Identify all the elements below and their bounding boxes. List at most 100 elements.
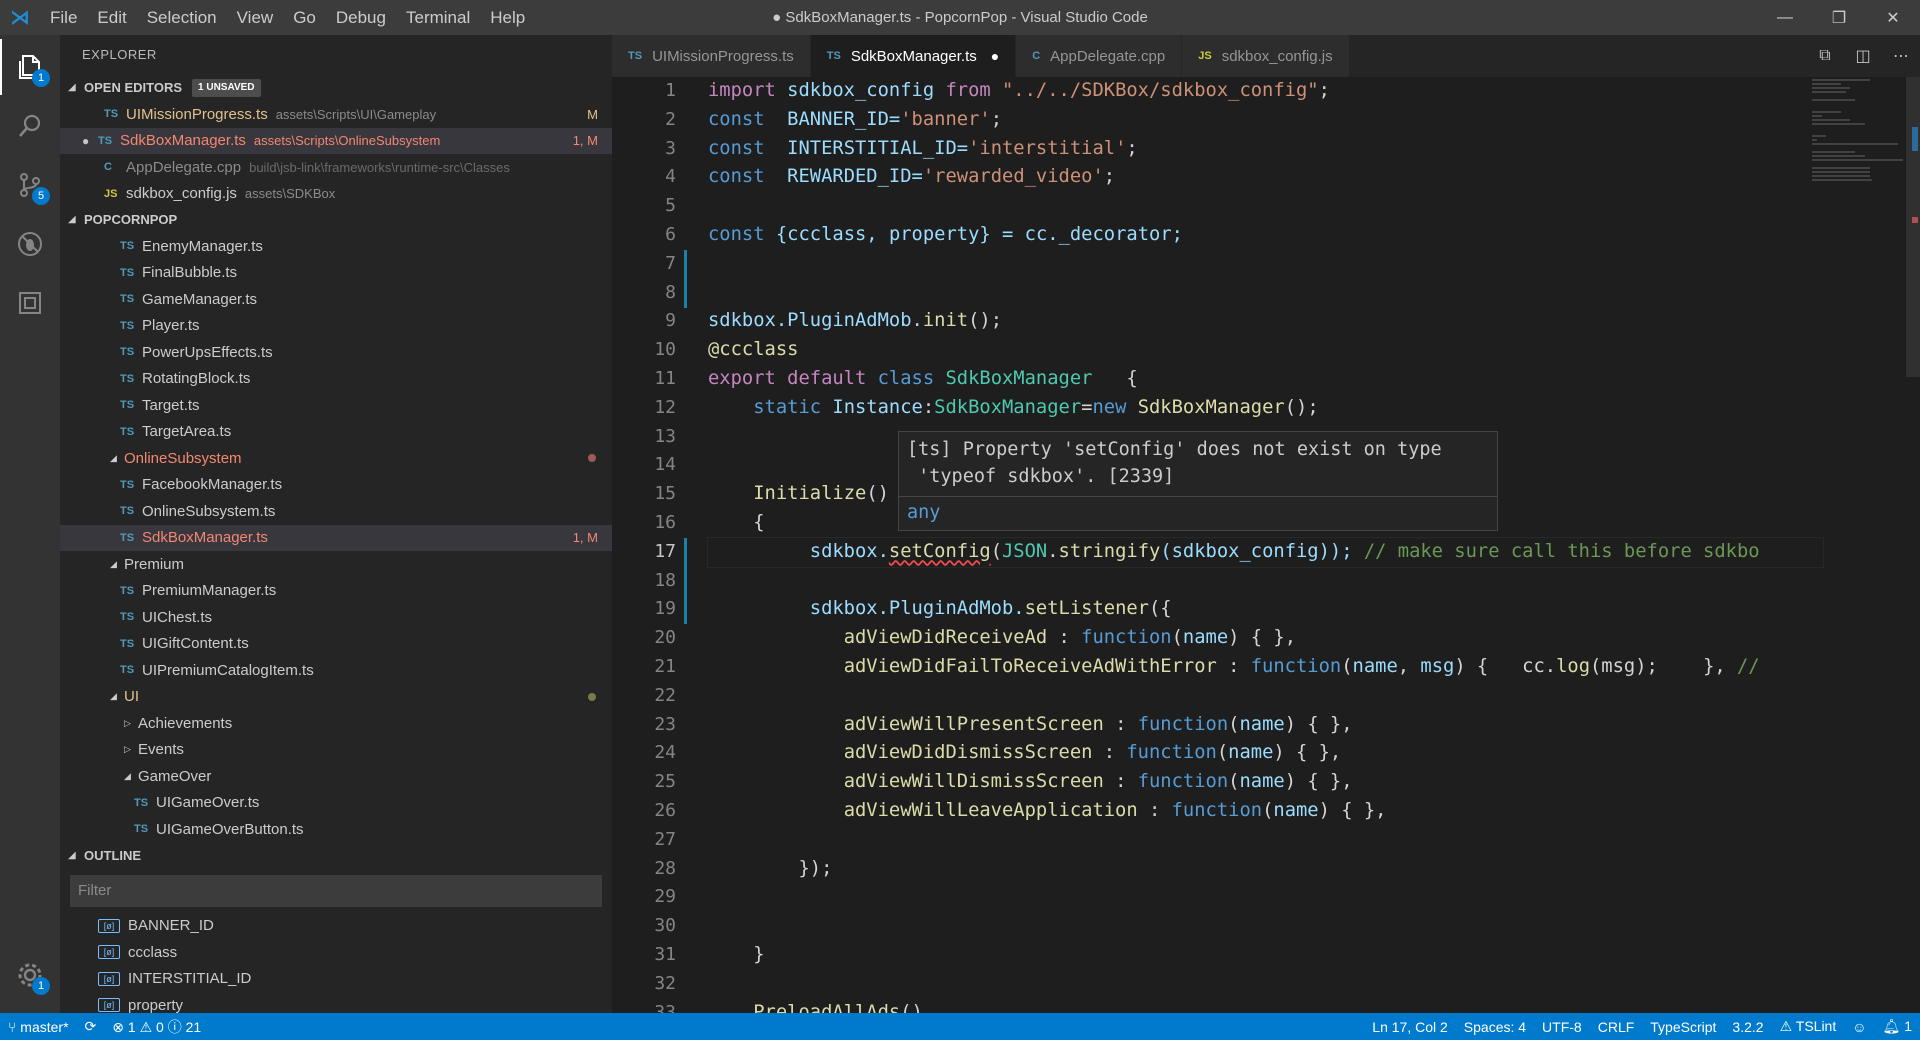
tree-folder[interactable]: ◢ OnlineSubsystem [60, 445, 612, 472]
open-editors-label: OPEN EDITORS [84, 80, 183, 95]
debug-icon[interactable] [0, 216, 60, 272]
project-header[interactable]: ◢ POPCORNPOP [60, 207, 612, 233]
outline-header[interactable]: ◢ OUTLINE [60, 842, 612, 869]
tab-appdelegate[interactable]: C AppDelegate.cpp [1016, 35, 1183, 77]
error-squiggle[interactable]: setConfig [889, 541, 991, 562]
line-number: 1 [665, 80, 676, 101]
maximize-button[interactable]: ❐ [1812, 0, 1866, 35]
typescript-file-icon: TS [120, 346, 135, 359]
tree-item[interactable]: TS TargetArea.ts [60, 419, 612, 446]
minimap[interactable] [1812, 77, 1908, 237]
source-control-icon[interactable]: 5 [0, 157, 60, 213]
menu-view[interactable]: View [227, 0, 284, 35]
tree-item[interactable]: TS PremiumManager.ts [60, 578, 612, 605]
menu-help[interactable]: Help [480, 0, 535, 35]
tree-item[interactable]: TS UIGameOver.ts [60, 790, 612, 817]
open-editor-item[interactable]: C AppDelegate.cpp build\jsb-link\framewo… [60, 154, 612, 181]
unsaved-dot-icon[interactable]: ● [991, 48, 999, 64]
sync-icon[interactable]: ⟳ [77, 1018, 105, 1035]
tree-item[interactable]: TS SdkBoxManager.ts 1, M [60, 524, 612, 551]
chevron-down-icon: ◢ [110, 558, 117, 569]
code-editor[interactable]: 1 2 3 4 5 6 7 8 9 10 11 12 13 14 15 16 1… [612, 77, 1920, 1013]
open-editor-item[interactable]: ● TS SdkBoxManager.ts assets\Scripts\Onl… [60, 127, 612, 154]
problems-indicator[interactable]: ⊗ 1 ⚠ 0 ⓘ 21 [104, 1017, 209, 1037]
open-editor-item[interactable]: TS UIMissionProgress.ts assets\Scripts\U… [60, 101, 612, 128]
chevron-right-icon: ▷ [124, 717, 131, 728]
error-icon: ⊗ [112, 1018, 124, 1035]
more-actions-icon[interactable]: ⋯ [1882, 46, 1920, 66]
tab-sdkboxmanager[interactable]: TS SdkBoxManager.ts ● [810, 35, 1017, 77]
tree-item[interactable]: TS UIPremiumCatalogItem.ts [60, 657, 612, 684]
tree-item[interactable]: TS FinalBubble.ts [60, 260, 612, 287]
git-branch[interactable]: ⑂ master* [0, 1019, 77, 1035]
extensions-icon[interactable] [0, 275, 60, 331]
close-window-button[interactable]: ✕ [1866, 0, 1920, 35]
menu-file[interactable]: File [40, 0, 87, 35]
language-mode[interactable]: TypeScript [1642, 1019, 1724, 1035]
outline-item[interactable]: [ø] ccclass [60, 939, 612, 966]
open-editor-path: assets\Scripts\UI\Gameplay [275, 106, 437, 122]
tree-folder[interactable]: ◢ Premium [60, 551, 612, 578]
end-of-line[interactable]: CRLF [1590, 1019, 1643, 1035]
tree-item[interactable]: TS GameManager.ts [60, 286, 612, 313]
tree-item[interactable]: TS UIGiftContent.ts [60, 631, 612, 658]
settings-gear-icon[interactable]: 1 [0, 947, 60, 1003]
notifications-bell[interactable]: 🔔︎ 1 [1875, 1018, 1920, 1035]
tree-folder-label: UI [124, 688, 139, 706]
tree-folder-label: Events [138, 741, 184, 759]
tree-item[interactable]: TS UIChest.ts [60, 604, 612, 631]
cursor-position[interactable]: Ln 17, Col 2 [1364, 1019, 1456, 1035]
tree-item[interactable]: TS RotatingBlock.ts [60, 366, 612, 393]
tree-folder[interactable]: ◢ GameOver [60, 763, 612, 790]
menu-go[interactable]: Go [283, 0, 326, 35]
cpp-file-icon: C [104, 161, 112, 174]
tab-sdkbox-config[interactable]: JS sdkbox_config.js [1182, 35, 1350, 77]
open-changes-icon[interactable]: ⧉ [1806, 47, 1844, 65]
open-editor-path: assets\Scripts\OnlineSubsystem [253, 133, 441, 149]
unsaved-dot-icon[interactable]: ● [82, 134, 98, 148]
outline-item[interactable]: [ø] property [60, 992, 612, 1013]
code-line: } [708, 943, 765, 965]
tree-folder[interactable]: ◢ UI [60, 684, 612, 711]
menu-edit[interactable]: Edit [87, 0, 136, 35]
tree-item-label: Target.ts [142, 396, 200, 414]
tree-item[interactable]: TS Target.ts [60, 392, 612, 419]
code-line: const INTERSTITIAL_ID='interstitial'; [708, 137, 1138, 159]
open-editors-header[interactable]: ◢ OPEN EDITORS 1 UNSAVED [60, 75, 612, 101]
minimize-button[interactable]: — [1758, 0, 1812, 35]
menu-debug[interactable]: Debug [326, 0, 396, 35]
outline-filter-input[interactable] [70, 874, 602, 907]
tree-item[interactable]: TS EnemyManager.ts [60, 233, 612, 260]
search-icon[interactable] [0, 98, 60, 154]
encoding[interactable]: UTF-8 [1534, 1019, 1590, 1035]
typescript-file-icon: TS [120, 293, 135, 306]
indentation[interactable]: Spaces: 4 [1456, 1019, 1534, 1035]
tree-item-label: GameManager.ts [142, 290, 258, 308]
typescript-version[interactable]: 3.2.2 [1724, 1019, 1771, 1035]
tab-uimissionprogress[interactable]: TS UIMissionProgress.ts [612, 35, 811, 77]
vertical-scrollbar[interactable] [1906, 77, 1920, 377]
tree-folder[interactable]: ▷ Achievements [60, 710, 612, 737]
tree-item[interactable]: TS FacebookManager.ts [60, 472, 612, 499]
tslint-status[interactable]: ⚠ TSLint [1772, 1018, 1845, 1035]
tree-folder[interactable]: ▷ Events [60, 737, 612, 764]
tree-item[interactable]: TS Player.ts [60, 313, 612, 340]
explorer-icon[interactable]: 1 [0, 39, 60, 95]
tree-item[interactable]: TS PowerUpsEffects.ts [60, 339, 612, 366]
explorer-sidebar: EXPLORER ◢ OPEN EDITORS 1 UNSAVED TS UIM… [60, 35, 612, 1013]
tree-item[interactable]: TS UIGameOverButton.ts [60, 816, 612, 843]
outline-item[interactable]: [ø] INTERSTITIAL_ID [60, 966, 612, 993]
outline-item[interactable]: [ø] BANNER_ID [60, 913, 612, 940]
tree-item[interactable]: TS OnlineSubsystem.ts [60, 498, 612, 525]
line-number: 8 [665, 281, 676, 303]
settings-badge: 1 [32, 977, 50, 995]
open-editor-item[interactable]: JS sdkbox_config.js assets\SDKBox [60, 181, 612, 208]
split-editor-icon[interactable]: ◫ [1844, 46, 1882, 66]
menu-selection[interactable]: Selection [137, 0, 227, 35]
error-dot-icon [588, 454, 596, 463]
menu-terminal[interactable]: Terminal [396, 0, 480, 35]
feedback-smiley-icon[interactable]: ☺ [1844, 1019, 1874, 1035]
code-line: adViewDidDismissScreen : function(name) … [843, 742, 1342, 764]
tab-label: sdkbox_config.js [1221, 47, 1333, 65]
